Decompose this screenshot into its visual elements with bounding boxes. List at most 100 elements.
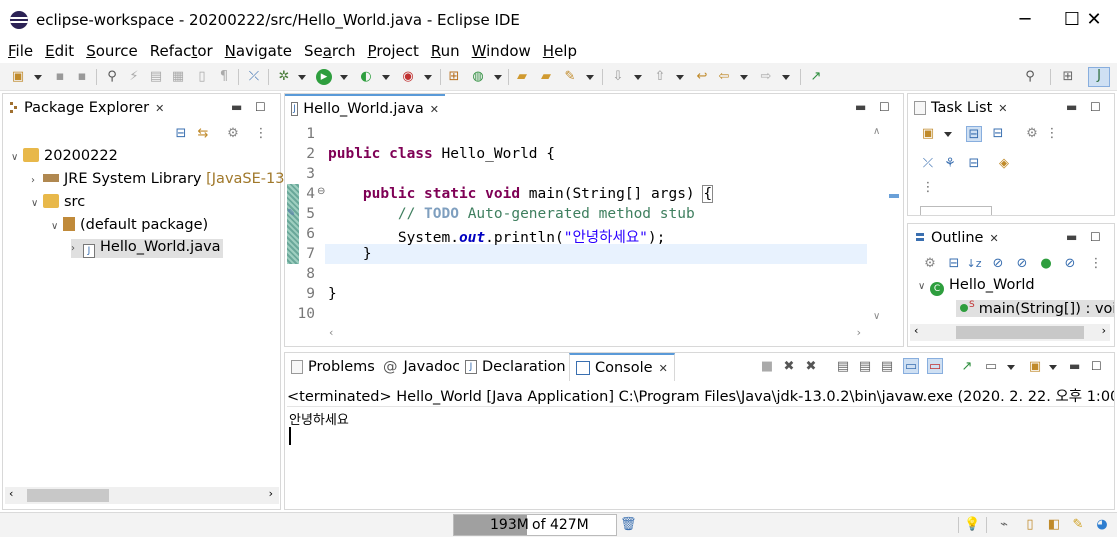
maximize-view-icon[interactable]: ☐ bbox=[1091, 359, 1102, 373]
task-find-input[interactable] bbox=[920, 206, 992, 215]
run-icon[interactable]: ▸ bbox=[316, 69, 332, 85]
minimize-view-icon[interactable]: ▬ bbox=[1066, 100, 1077, 114]
menu-file[interactable]: File bbox=[2, 42, 39, 60]
close-button[interactable]: ✕ bbox=[1071, 0, 1117, 39]
new-java-class-icon[interactable]: ◍ bbox=[470, 69, 486, 85]
scroll-lock-icon[interactable]: ▤ bbox=[857, 359, 873, 375]
menu-search[interactable]: Search bbox=[298, 42, 362, 60]
outline-item-method[interactable]: Smain(String[]) : voi bbox=[956, 300, 1114, 317]
code-line-7[interactable]: } bbox=[328, 246, 372, 262]
tab-javadoc[interactable]: @ Javadoc bbox=[377, 353, 467, 381]
open-folder-icon[interactable]: ▰ bbox=[514, 69, 530, 85]
new-dropdown-icon[interactable] bbox=[34, 75, 42, 80]
fold-minus-icon[interactable]: ⊖ bbox=[317, 186, 325, 197]
menu-edit[interactable]: Edit bbox=[39, 42, 80, 60]
menu-navigate[interactable]: Navigate bbox=[219, 42, 298, 60]
menu-project[interactable]: Project bbox=[362, 42, 425, 60]
tree-item-hello-world[interactable]: › J Hello_World.java bbox=[71, 239, 223, 258]
external-tools-icon[interactable]: ◉ bbox=[400, 69, 416, 85]
menu-help[interactable]: Help bbox=[537, 42, 583, 60]
filter-tasks-icon[interactable]: ⚙ bbox=[1024, 126, 1040, 142]
collapse-tasks-icon[interactable]: ⊟ bbox=[966, 156, 982, 172]
open-task-icon[interactable]: ▰ bbox=[538, 69, 554, 85]
bookmark-icon[interactable]: ◧ bbox=[1046, 517, 1062, 533]
task-view-menu-icon[interactable]: ⋮ bbox=[1044, 126, 1060, 142]
pilcrow-icon[interactable]: ¶ bbox=[216, 69, 232, 85]
new-class-dropdown-icon[interactable] bbox=[494, 75, 502, 80]
back-icon[interactable]: ⇦ bbox=[716, 69, 732, 85]
coverage-icon[interactable]: ◐ bbox=[358, 69, 374, 85]
chevron-down-icon[interactable]: ∨ bbox=[11, 152, 23, 163]
tab-problems[interactable]: Problems bbox=[285, 353, 381, 381]
build-icon[interactable]: ⚡ bbox=[126, 69, 142, 85]
collapse-all-icon[interactable]: ⊟ bbox=[173, 126, 189, 142]
hide-fields-icon[interactable]: ⊘ bbox=[990, 256, 1006, 272]
pencil-icon[interactable]: ✎ bbox=[1070, 517, 1086, 533]
tab-editor-hello-world[interactable]: J Hello_World.java ✕ bbox=[285, 94, 445, 122]
external-tools-dropdown-icon[interactable] bbox=[424, 75, 432, 80]
code-line-9[interactable]: } bbox=[328, 286, 337, 302]
tab-outline[interactable]: Outline ✕ bbox=[908, 224, 1005, 252]
scheduled-icon[interactable]: ⊟ bbox=[990, 126, 1006, 142]
outline-horizontal-scrollbar[interactable]: ‹ › bbox=[910, 324, 1110, 341]
sync-icon[interactable]: ◈ bbox=[996, 156, 1012, 172]
previous-annotation-dropdown-icon[interactable] bbox=[676, 75, 684, 80]
save-icon[interactable]: ▪ bbox=[52, 69, 68, 85]
search-icon[interactable]: ⚲ bbox=[1022, 69, 1038, 85]
console-output[interactable]: 안녕하세요 bbox=[289, 409, 349, 428]
next-annotation-dropdown-icon[interactable] bbox=[634, 75, 642, 80]
coverage-dropdown-icon[interactable] bbox=[382, 75, 390, 80]
new-icon[interactable]: ▣ bbox=[10, 69, 26, 85]
code-line-4[interactable]: public static void main(String[] args) { bbox=[328, 185, 714, 203]
forward-dropdown-icon[interactable] bbox=[782, 75, 790, 80]
search-tool-icon[interactable]: ✎ bbox=[562, 69, 578, 85]
forward-icon[interactable]: ⇨ bbox=[758, 69, 774, 85]
tree-item-default-package[interactable]: ∨ (default package) bbox=[51, 217, 208, 233]
outline-filter-icon[interactable]: ⚙ bbox=[922, 256, 938, 272]
hide-static-icon[interactable]: ⊘ bbox=[1014, 256, 1030, 272]
java-perspective-icon[interactable]: J bbox=[1088, 67, 1110, 87]
tab-declaration[interactable]: J Declaration bbox=[459, 353, 572, 381]
sort-icon[interactable]: ↓z bbox=[966, 256, 982, 272]
hide-completed-icon[interactable]: ⤫ bbox=[920, 156, 936, 172]
last-edit-icon[interactable]: ↩ bbox=[694, 69, 710, 85]
remove-all-launches-icon[interactable]: ✖ bbox=[803, 359, 819, 375]
book-icon[interactable]: ▯ bbox=[1022, 517, 1038, 533]
minimize-view-icon[interactable]: ▬ bbox=[855, 100, 866, 114]
tab-task-list[interactable]: Task List ✕ bbox=[908, 94, 1014, 122]
debug-icon[interactable]: ✲ bbox=[276, 69, 292, 85]
maximize-view-icon[interactable]: ☐ bbox=[255, 100, 266, 114]
skip-breakpoints-icon[interactable]: ⤫ bbox=[246, 69, 262, 85]
pin-editor-icon[interactable]: ↗ bbox=[808, 69, 824, 85]
horizontal-scrollbar[interactable]: ‹ › bbox=[5, 487, 279, 504]
tree-item-src[interactable]: ∨ src bbox=[31, 194, 85, 210]
chevron-right-icon[interactable]: › bbox=[71, 243, 83, 254]
new-task-dropdown-icon[interactable] bbox=[944, 132, 952, 137]
display-console-dropdown-icon[interactable] bbox=[1007, 365, 1015, 370]
code-line-2[interactable]: public class Hello_World { bbox=[328, 146, 555, 162]
heap-status[interactable]: 193M of 427M bbox=[453, 514, 617, 536]
new-java-package-icon[interactable]: ⊞ bbox=[446, 69, 462, 85]
chevron-down-icon[interactable]: ∨ bbox=[51, 221, 63, 232]
open-console-dropdown-icon[interactable] bbox=[1049, 365, 1057, 370]
close-icon[interactable]: ✕ bbox=[659, 362, 668, 375]
tree-item-project[interactable]: ∨ 20200222 bbox=[11, 148, 118, 164]
run-dropdown-icon[interactable] bbox=[340, 75, 348, 80]
remove-launch-icon[interactable]: ✖ bbox=[781, 359, 797, 375]
debug-dropdown-icon[interactable] bbox=[298, 75, 306, 80]
tab-package-explorer[interactable]: Package Explorer ✕ bbox=[3, 94, 171, 122]
minimize-view-icon[interactable]: ▬ bbox=[231, 100, 242, 114]
show-on-error-icon[interactable]: ▭ bbox=[927, 358, 943, 374]
open-console-icon[interactable]: ▣ bbox=[1027, 359, 1043, 375]
word-wrap-icon[interactable]: ▤ bbox=[879, 359, 895, 375]
view-menu-icon[interactable]: ⋮ bbox=[253, 126, 269, 142]
pin-console-icon[interactable]: ↗ bbox=[959, 359, 975, 375]
search-dropdown-icon[interactable] bbox=[586, 75, 594, 80]
maximize-view-icon[interactable]: ☐ bbox=[1090, 100, 1101, 114]
outline-collapse-icon[interactable]: ⊟ bbox=[946, 256, 962, 272]
show-on-output-icon[interactable]: ▭ bbox=[903, 358, 919, 374]
outline-item-class[interactable]: ∨ C Hello_World bbox=[918, 277, 1035, 296]
chevron-down-icon[interactable]: ∨ bbox=[31, 198, 43, 209]
close-icon[interactable]: ✕ bbox=[989, 232, 998, 245]
next-annotation-icon[interactable]: ⇩ bbox=[610, 69, 626, 85]
